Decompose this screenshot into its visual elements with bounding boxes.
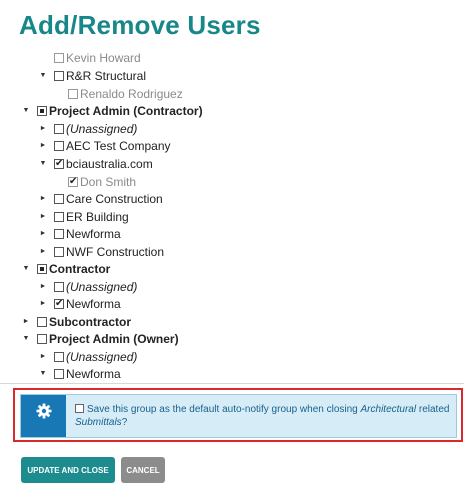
checkbox[interactable] bbox=[54, 141, 64, 151]
tree-node-label: NWF Construction bbox=[66, 245, 165, 259]
tree-node-label: Kevin Howard bbox=[66, 51, 141, 65]
expander-icon[interactable]: ► bbox=[39, 190, 47, 208]
expander-icon[interactable]: ▼ bbox=[22, 330, 30, 348]
tree-node[interactable]: ▼ Project Admin (Contractor) bbox=[23, 102, 203, 120]
tree-node[interactable]: ▼ R&R Structural bbox=[40, 67, 147, 85]
default-group-checkbox[interactable] bbox=[75, 404, 84, 413]
checkbox[interactable] bbox=[54, 194, 64, 204]
expander-icon[interactable]: ► bbox=[39, 137, 47, 155]
tree-node-label: Renaldo Rodriguez bbox=[80, 87, 183, 101]
tree-node[interactable]: ► (Unassigned) bbox=[40, 278, 138, 296]
tree-node[interactable]: ► (Unassigned) bbox=[40, 120, 138, 138]
expander-icon[interactable]: ► bbox=[39, 295, 47, 313]
expander-icon[interactable]: ▼ bbox=[22, 260, 30, 278]
tree-node[interactable]: ▼ Contractor bbox=[23, 260, 111, 278]
checkbox[interactable] bbox=[54, 53, 64, 63]
checkbox[interactable] bbox=[37, 334, 47, 344]
checkbox[interactable] bbox=[54, 212, 64, 222]
notice-text-part: Save this group as the default auto-noti… bbox=[87, 404, 361, 415]
notice-text: Save this group as the default auto-noti… bbox=[75, 403, 453, 429]
divider bbox=[0, 383, 464, 384]
tree-node[interactable]: ► (Unassigned) bbox=[40, 348, 138, 366]
notice-text-item-type: Submittals bbox=[75, 417, 122, 428]
checkbox[interactable] bbox=[54, 247, 64, 257]
expander-icon[interactable]: ► bbox=[39, 348, 47, 366]
checkbox[interactable] bbox=[54, 229, 64, 239]
tree-node[interactable]: Kevin Howard bbox=[54, 49, 141, 67]
expander-icon[interactable]: ▼ bbox=[39, 67, 47, 85]
tree-node-label: Contractor bbox=[49, 262, 111, 276]
tree-node-label: Project Admin (Owner) bbox=[49, 332, 179, 346]
checkbox[interactable] bbox=[54, 352, 64, 362]
notice-text-discipline: Architectural bbox=[360, 404, 417, 415]
tree-node-label: Don Smith bbox=[80, 175, 137, 189]
expander-icon[interactable]: ► bbox=[39, 120, 47, 138]
settings-icon-box bbox=[21, 395, 66, 437]
tree-node[interactable]: ► Care Construction bbox=[40, 190, 163, 208]
tree-node[interactable]: ► Subcontractor bbox=[23, 313, 132, 331]
tree-node-label: Newforma bbox=[66, 297, 121, 311]
tree-node[interactable]: ► Newforma bbox=[40, 295, 121, 313]
cancel-button[interactable]: CANCEL bbox=[121, 457, 165, 483]
expander-icon[interactable]: ► bbox=[22, 313, 30, 331]
checkbox[interactable] bbox=[37, 317, 47, 327]
checkbox[interactable] bbox=[54, 282, 64, 292]
tree-node-label: Subcontractor bbox=[49, 315, 132, 329]
gear-icon bbox=[36, 403, 51, 419]
checkbox[interactable] bbox=[68, 89, 78, 99]
notice-text-part: related bbox=[416, 404, 450, 415]
tree-node[interactable]: ► ER Building bbox=[40, 208, 129, 226]
tree-node-label: AEC Test Company bbox=[66, 139, 171, 153]
tree-node[interactable]: ► AEC Test Company bbox=[40, 137, 171, 155]
notice-text-part: ? bbox=[121, 417, 128, 428]
tree-node[interactable]: ▼ Project Admin (Owner) bbox=[23, 330, 179, 348]
tree-node-label: Newforma bbox=[66, 227, 121, 241]
tree-node-label: Newforma bbox=[66, 367, 121, 381]
checkbox[interactable] bbox=[54, 71, 64, 81]
tree-node[interactable]: ► Newforma bbox=[40, 225, 121, 243]
tree-node-label: (Unassigned) bbox=[66, 280, 138, 294]
checkbox[interactable] bbox=[54, 155, 64, 173]
expander-icon[interactable]: ► bbox=[39, 278, 47, 296]
tree-node[interactable]: ► NWF Construction bbox=[40, 243, 165, 261]
expander-icon[interactable]: ▼ bbox=[39, 155, 47, 173]
checkbox[interactable] bbox=[37, 106, 47, 116]
expander-icon[interactable]: ▼ bbox=[22, 102, 30, 120]
tree-node-label: ER Building bbox=[66, 210, 129, 224]
page-title: Add/Remove Users bbox=[19, 10, 261, 40]
auto-notify-notice: Save this group as the default auto-noti… bbox=[20, 394, 457, 438]
tree-node-label: Project Admin (Contractor) bbox=[49, 104, 203, 118]
tree-node[interactable]: ▼ Newforma bbox=[40, 365, 121, 383]
tree-node-label: R&R Structural bbox=[66, 69, 147, 83]
tree-node[interactable]: Renaldo Rodriguez bbox=[68, 85, 183, 103]
tree-node-label: (Unassigned) bbox=[66, 350, 138, 364]
expander-icon[interactable]: ► bbox=[39, 243, 47, 261]
checkbox[interactable] bbox=[54, 295, 64, 313]
expander-icon[interactable]: ► bbox=[39, 225, 47, 243]
checkbox[interactable] bbox=[68, 173, 78, 191]
expander-icon[interactable]: ► bbox=[39, 208, 47, 226]
tree-node-label: Care Construction bbox=[66, 192, 163, 206]
tree-node[interactable]: ▼ bciaustralia.com bbox=[40, 155, 153, 173]
tree-node-label: (Unassigned) bbox=[66, 122, 138, 136]
checkbox[interactable] bbox=[54, 369, 64, 379]
tree-node[interactable]: Don Smith bbox=[68, 173, 136, 191]
checkbox[interactable] bbox=[37, 264, 47, 274]
checkbox[interactable] bbox=[54, 124, 64, 134]
expander-icon[interactable]: ▼ bbox=[39, 365, 47, 383]
user-tree: Kevin Howard ▼ R&R Structural Renaldo Ro… bbox=[0, 46, 464, 383]
tree-node-label: bciaustralia.com bbox=[66, 157, 153, 171]
update-and-close-button[interactable]: UPDATE AND CLOSE bbox=[21, 457, 115, 483]
